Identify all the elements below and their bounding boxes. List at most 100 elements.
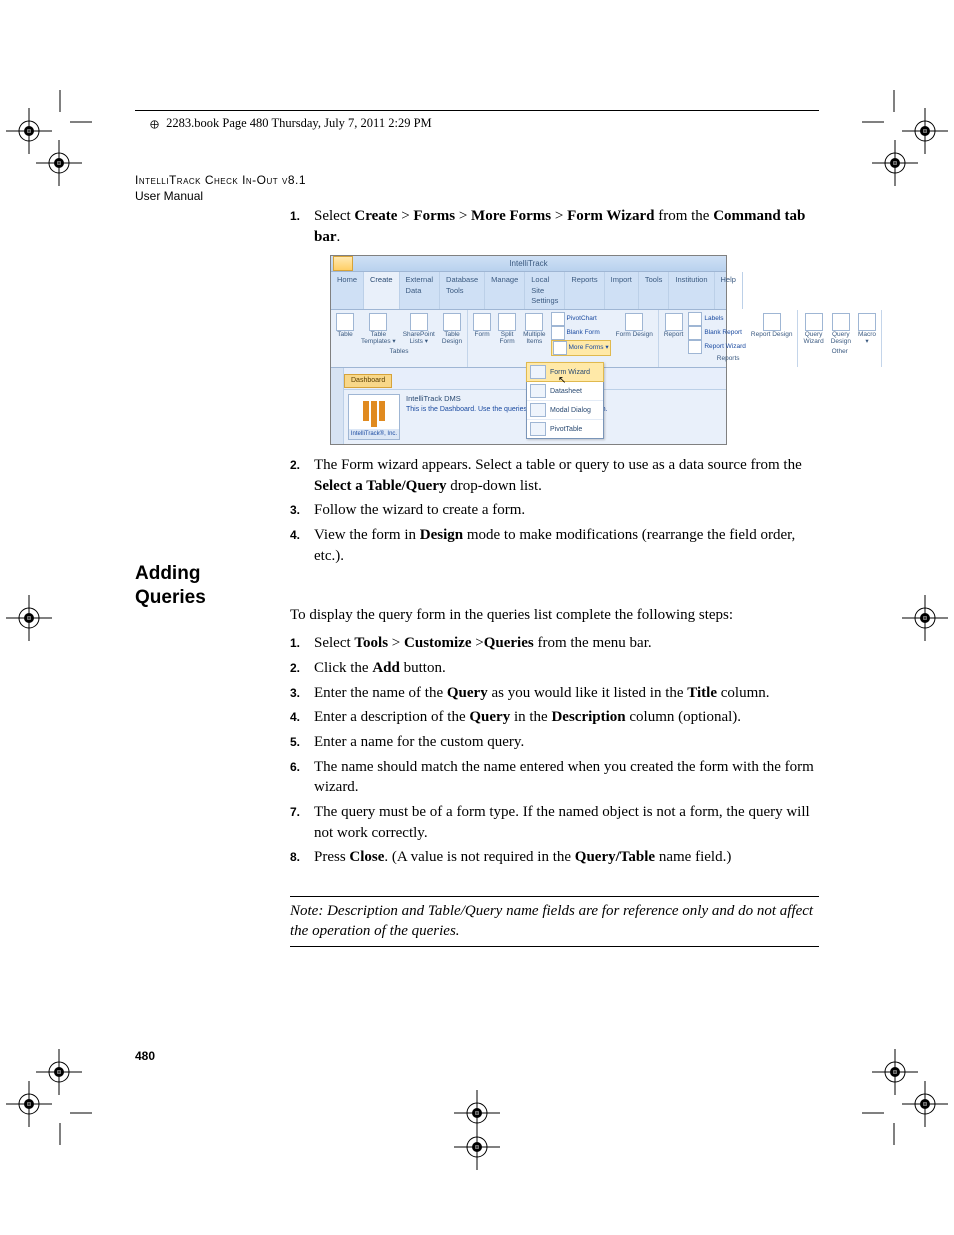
ribbon-button: SharePointLists ▾ xyxy=(401,312,437,347)
note-text: Note: Description and Table/Query name f… xyxy=(290,901,819,942)
ribbon-group-other: QueryWizardQueryDesignMacro▾ Other xyxy=(798,310,882,367)
ribbon-tab: Reports xyxy=(565,272,604,309)
ribbon-link: Blank Form xyxy=(551,326,611,340)
menu-item: Datasheet xyxy=(527,381,603,400)
list-text: The query must be of a form type. If the… xyxy=(314,804,810,841)
app-title: IntelliTrack xyxy=(331,258,726,269)
note-block: Note: Description and Table/Query name f… xyxy=(290,896,819,947)
ribbon-button: MultipleItems xyxy=(521,312,547,347)
ribbon-button: QueryDesign xyxy=(829,312,853,347)
ribbon-link: Report Wizard xyxy=(688,340,746,354)
running-head-title: IntelliTrack Check In-Out v8.1 xyxy=(135,173,306,187)
ribbon-group-reports: Report LabelsBlank ReportReport Wizard R… xyxy=(659,310,799,367)
list-item: 3. Follow the wizard to create a form. xyxy=(290,500,819,521)
header-rule xyxy=(135,110,819,111)
list-number: 8. xyxy=(290,847,300,867)
list-text: Enter the name of the Query as you would… xyxy=(314,685,770,701)
ribbon-button: TableTemplates ▾ xyxy=(359,312,398,347)
registration-mark-icon xyxy=(872,1049,918,1095)
book-icon xyxy=(150,120,159,129)
registration-mark-icon xyxy=(36,140,82,186)
list-text: Enter a name for the custom query. xyxy=(314,734,524,750)
list-number: 3. xyxy=(290,683,300,703)
header-text: 2283.book Page 480 Thursday, July 7, 201… xyxy=(150,116,432,131)
ordered-list-2: 1. Select Tools > Customize >Queries from… xyxy=(290,633,819,868)
nav-pane-collapsed xyxy=(331,368,344,444)
ribbon-tab: External Data xyxy=(400,272,441,309)
list-number: 6. xyxy=(290,757,300,777)
menu-item: Form Wizard xyxy=(526,362,604,382)
list-number: 7. xyxy=(290,802,300,822)
menu-item: PivotTable xyxy=(527,419,603,438)
section2-intro: To display the query form in the queries… xyxy=(290,605,819,626)
list-item: 2. Click the Add button. xyxy=(290,658,819,679)
document-tab: Dashboard xyxy=(344,374,392,388)
ribbon-button: Form xyxy=(471,312,493,347)
ribbon: TableTableTemplates ▾SharePointLists ▾Ta… xyxy=(331,310,726,368)
ordered-list-1: 1.Select Create > Forms > More Forms > F… xyxy=(290,206,819,247)
ribbon-button: SplitForm xyxy=(496,312,518,347)
list-item: 1. Select Tools > Customize >Queries from… xyxy=(290,633,819,654)
ribbon-group-forms: FormSplitFormMultipleItems PivotChartBla… xyxy=(468,310,659,367)
ribbon-button: Macro▾ xyxy=(856,312,878,347)
list-text: View the form in Design mode to make mod… xyxy=(314,527,795,564)
more-forms-menu: Form WizardDatasheetModal DialogPivotTab… xyxy=(526,362,604,439)
list-number: 2. xyxy=(290,658,300,678)
ribbon-button: Report Design xyxy=(749,312,795,340)
ribbon-tab: Tools xyxy=(639,272,670,309)
ribbon-button: QueryWizard xyxy=(801,312,825,347)
ribbon-link: Blank Report xyxy=(688,326,746,340)
registration-mark-icon xyxy=(36,1049,82,1095)
ribbon-link: Labels xyxy=(688,312,746,326)
list-number: 5. xyxy=(290,732,300,752)
list-item: 7. The query must be of a form type. If t… xyxy=(290,802,819,843)
ribbon-tab: Database Tools xyxy=(440,272,485,309)
logo-icon: IntelliTrack®, Inc. xyxy=(348,394,400,440)
page-number: 480 xyxy=(135,1049,155,1063)
section-heading: AddingQueries xyxy=(135,562,206,610)
list-item: 4. View the form in Design mode to make m… xyxy=(290,525,819,566)
registration-mark-icon xyxy=(454,1124,500,1170)
list-text: Enter a description of the Query in the … xyxy=(314,709,741,725)
list-item: 1.Select Create > Forms > More Forms > F… xyxy=(290,206,819,247)
list-item: 3. Enter the name of the Query as you wou… xyxy=(290,683,819,704)
registration-mark-icon xyxy=(902,595,948,641)
ribbon-tabs: HomeCreateExternal DataDatabase ToolsMan… xyxy=(331,272,726,310)
ribbon-tab: Import xyxy=(605,272,639,309)
ribbon-tab: Local Site Settings xyxy=(525,272,565,309)
list-number: 1. xyxy=(290,633,300,653)
list-text: The name should match the name entered w… xyxy=(314,759,814,796)
content-column: 1.Select Create > Forms > More Forms > F… xyxy=(290,206,819,947)
ribbon-button: TableDesign xyxy=(440,312,464,347)
list-number: 4. xyxy=(290,525,300,545)
running-head: IntelliTrack Check In-Out v8.1 User Manu… xyxy=(135,172,306,204)
list-text: The Form wizard appears. Select a table … xyxy=(314,457,802,494)
embedded-screenshot: IntelliTrack HomeCreateExternal DataData… xyxy=(330,255,727,445)
header-line: 2283.book Page 480 Thursday, July 7, 201… xyxy=(166,116,432,130)
ribbon-button: Report xyxy=(662,312,686,340)
list-number: 4. xyxy=(290,707,300,727)
ribbon-tab: Institution xyxy=(669,272,714,309)
menu-item: Modal Dialog xyxy=(527,400,603,419)
list-text: Press Close. (A value is not required in… xyxy=(314,849,731,865)
ribbon-tab: Create xyxy=(364,272,400,309)
running-head-subtitle: User Manual xyxy=(135,188,306,204)
ribbon-tab: Home xyxy=(331,272,364,309)
registration-mark-icon xyxy=(872,140,918,186)
ribbon-tab: Manage xyxy=(485,272,525,309)
list-text: Click the Add button. xyxy=(314,660,446,676)
ordered-list-1b: 2.The Form wizard appears. Select a tabl… xyxy=(290,455,819,566)
ribbon-link: More Forms ▾ xyxy=(551,340,611,356)
list-text: Follow the wizard to create a form. xyxy=(314,502,525,518)
list-item: 2.The Form wizard appears. Select a tabl… xyxy=(290,455,819,496)
list-item: 8. Press Close. (A value is not required … xyxy=(290,847,819,868)
list-number: 3. xyxy=(290,500,300,520)
list-item: 4. Enter a description of the Query in th… xyxy=(290,707,819,728)
list-item: 6. The name should match the name entered… xyxy=(290,757,819,798)
list-item: 5. Enter a name for the custom query. xyxy=(290,732,819,753)
ribbon-group-tables: TableTableTemplates ▾SharePointLists ▾Ta… xyxy=(331,310,468,367)
registration-mark-icon xyxy=(6,595,52,641)
ribbon-tab: Help xyxy=(715,272,743,309)
list-number: 1. xyxy=(290,206,300,226)
list-text: Select Tools > Customize >Queries from t… xyxy=(314,635,652,651)
